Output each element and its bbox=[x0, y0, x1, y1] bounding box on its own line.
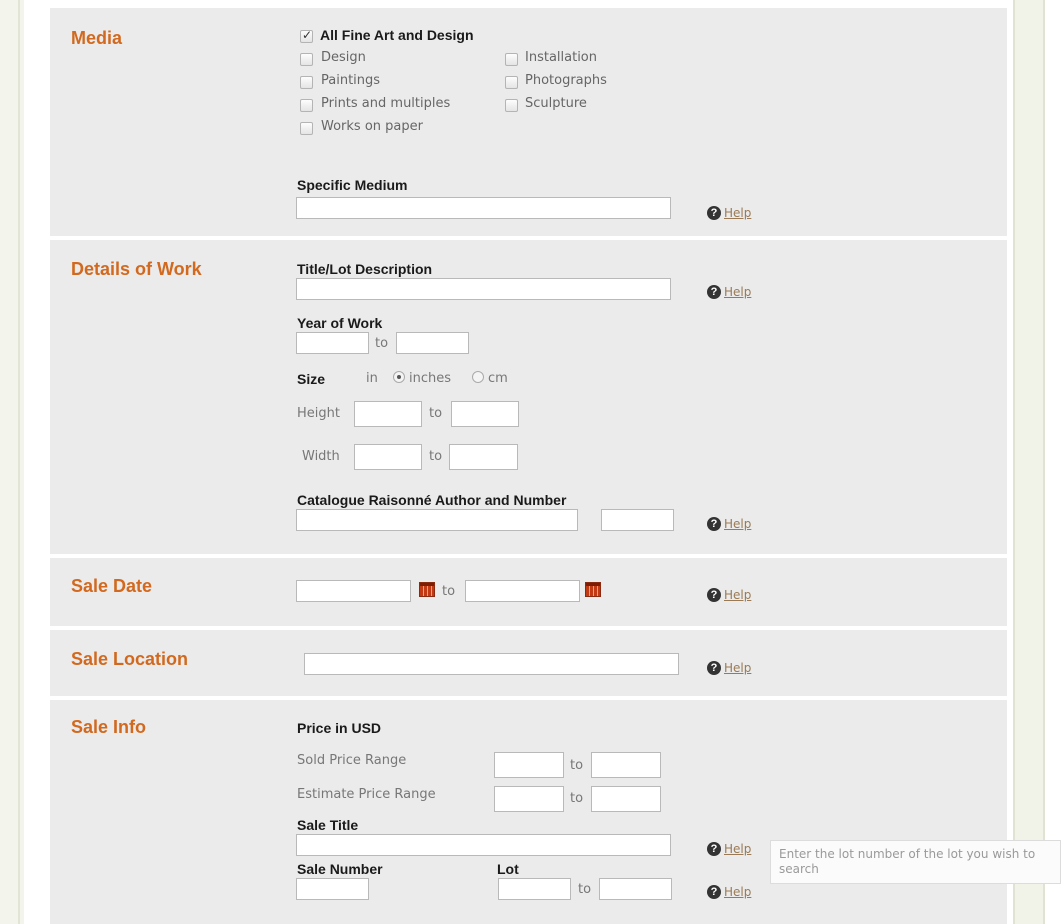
sold-price-to-input[interactable] bbox=[591, 752, 661, 778]
inches-label: inches bbox=[409, 371, 452, 386]
sale-date-to-label: to bbox=[442, 584, 456, 599]
help-link[interactable]: Help bbox=[724, 285, 751, 299]
estimate-price-from-input[interactable] bbox=[494, 786, 564, 812]
specific-medium-help[interactable]: ? Help bbox=[707, 202, 751, 220]
all-fine-art-checkbox[interactable] bbox=[300, 28, 313, 43]
year-to-input[interactable] bbox=[396, 332, 469, 354]
help-icon: ? bbox=[707, 516, 721, 531]
prints-multiples-label: Prints and multiples bbox=[321, 96, 451, 111]
width-from-input[interactable] bbox=[354, 444, 422, 470]
year-of-work-label: Year of Work bbox=[297, 315, 383, 331]
width-to-input[interactable] bbox=[449, 444, 518, 470]
specific-medium-label: Specific Medium bbox=[297, 177, 408, 193]
sold-price-range-label: Sold Price Range bbox=[297, 753, 407, 768]
estimate-price-range-label: Estimate Price Range bbox=[297, 787, 436, 802]
help-icon: ? bbox=[707, 284, 721, 299]
help-icon: ? bbox=[707, 884, 721, 899]
height-from-input[interactable] bbox=[354, 401, 422, 427]
design-checkbox[interactable] bbox=[300, 53, 313, 66]
estimate-price-to-input[interactable] bbox=[591, 786, 661, 812]
sale-number-label: Sale Number bbox=[297, 861, 383, 877]
sale-location-input[interactable] bbox=[304, 653, 679, 675]
title-lot-label: Title/Lot Description bbox=[297, 261, 433, 277]
title-lot-help[interactable]: ? Help bbox=[707, 281, 751, 299]
price-in-usd-label: Price in USD bbox=[297, 720, 382, 736]
help-link[interactable]: Help bbox=[724, 588, 751, 602]
media-section-title: Media bbox=[71, 28, 123, 48]
search-form-page: Media All Fine Art and Design Design Ins… bbox=[0, 0, 1061, 924]
photographs-label: Photographs bbox=[525, 73, 607, 88]
title-lot-input[interactable] bbox=[296, 278, 671, 300]
catalogue-author-input[interactable] bbox=[296, 509, 578, 531]
catalogue-number-input[interactable] bbox=[601, 509, 674, 531]
paintings-checkbox[interactable] bbox=[300, 76, 313, 89]
sale-location-help[interactable]: ? Help bbox=[707, 657, 751, 675]
works-on-paper-checkbox[interactable] bbox=[300, 122, 313, 135]
installation-checkbox[interactable] bbox=[505, 53, 518, 66]
works-on-paper-label: Works on paper bbox=[321, 119, 423, 134]
lot-from-input[interactable] bbox=[498, 878, 571, 900]
sale-number-input[interactable] bbox=[296, 878, 369, 900]
sale-date-section-title: Sale Date bbox=[71, 576, 153, 596]
sale-date-from-input[interactable] bbox=[296, 580, 411, 602]
size-in-label: in bbox=[366, 371, 378, 386]
paintings-label: Paintings bbox=[321, 73, 381, 88]
details-section-title: Details of Work bbox=[71, 259, 202, 279]
sale-date-help[interactable]: ? Help bbox=[707, 584, 751, 602]
photographs-checkbox[interactable] bbox=[505, 76, 518, 89]
help-icon: ? bbox=[707, 205, 721, 220]
help-icon: ? bbox=[707, 587, 721, 602]
help-icon: ? bbox=[707, 841, 721, 856]
help-link[interactable]: Help bbox=[724, 885, 751, 899]
lot-to-input[interactable] bbox=[599, 878, 672, 900]
sculpture-label: Sculpture bbox=[525, 96, 587, 111]
sold-price-to-label: to bbox=[570, 758, 584, 773]
width-label: Width bbox=[302, 449, 340, 464]
sculpture-checkbox[interactable] bbox=[505, 99, 518, 112]
right-page-border bbox=[1013, 0, 1061, 924]
lot-help-tooltip: Enter the lot number of the lot you wish… bbox=[770, 840, 1061, 884]
sale-location-section-title: Sale Location bbox=[71, 649, 189, 669]
height-label: Height bbox=[297, 406, 340, 421]
help-link[interactable]: Help bbox=[724, 661, 751, 675]
help-icon: ? bbox=[707, 660, 721, 675]
year-from-input[interactable] bbox=[296, 332, 369, 354]
cm-label: cm bbox=[488, 371, 508, 386]
sale-title-help[interactable]: ? Help bbox=[707, 838, 751, 856]
prints-multiples-checkbox[interactable] bbox=[300, 99, 313, 112]
left-page-border bbox=[0, 0, 24, 924]
sale-title-label: Sale Title bbox=[297, 817, 359, 833]
calendar-icon[interactable] bbox=[419, 582, 435, 597]
lot-label: Lot bbox=[497, 861, 519, 877]
catalogue-raisonne-label: Catalogue Raisonné Author and Number bbox=[297, 492, 567, 508]
inches-radio[interactable] bbox=[393, 371, 405, 383]
size-label: Size bbox=[297, 371, 326, 387]
lot-to-label: to bbox=[578, 882, 592, 897]
height-to-input[interactable] bbox=[451, 401, 519, 427]
sale-info-section-title: Sale Info bbox=[71, 717, 147, 737]
year-to-label: to bbox=[375, 336, 389, 351]
help-link[interactable]: Help bbox=[724, 517, 751, 531]
help-link[interactable]: Help bbox=[724, 206, 751, 220]
calendar-icon[interactable] bbox=[585, 582, 601, 597]
design-label: Design bbox=[321, 50, 366, 65]
help-link[interactable]: Help bbox=[724, 842, 751, 856]
cm-radio[interactable] bbox=[472, 371, 484, 383]
sold-price-from-input[interactable] bbox=[494, 752, 564, 778]
width-to-label: to bbox=[429, 449, 443, 464]
sale-date-to-input[interactable] bbox=[465, 580, 580, 602]
all-fine-art-label: All Fine Art and Design bbox=[320, 27, 474, 43]
sale-title-input[interactable] bbox=[296, 834, 671, 856]
catalogue-help[interactable]: ? Help bbox=[707, 513, 751, 531]
specific-medium-input[interactable] bbox=[296, 197, 671, 219]
installation-label: Installation bbox=[525, 50, 598, 65]
height-to-label: to bbox=[429, 406, 443, 421]
estimate-price-to-label: to bbox=[570, 791, 584, 806]
lot-help[interactable]: ? Help bbox=[707, 881, 751, 899]
